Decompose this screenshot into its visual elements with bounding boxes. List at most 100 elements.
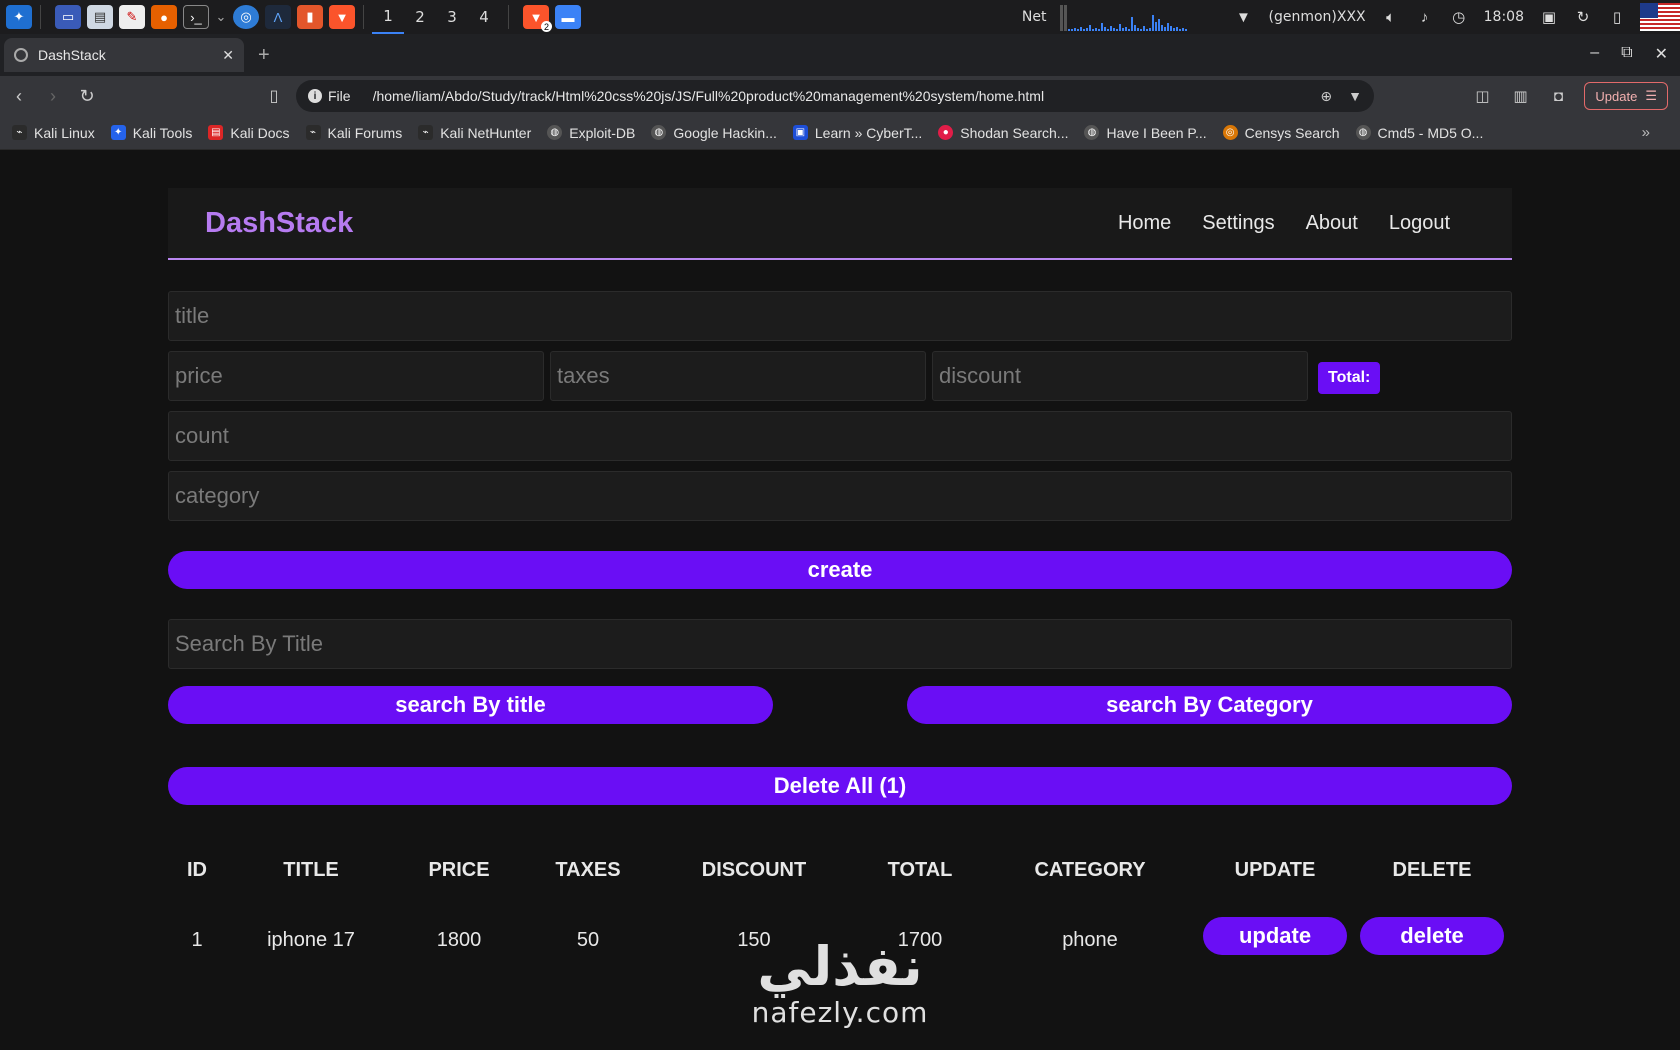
workspace-4[interactable]: 4 [468, 0, 500, 34]
bookmark-cybertalents[interactable]: ▣ Learn » CyberT... [792, 125, 922, 141]
price-input[interactable] [168, 351, 544, 401]
bookmark-kali-forums[interactable]: ⌁ Kali Forums [305, 125, 402, 141]
workspace-2[interactable]: 2 [404, 0, 436, 34]
bookmark-label: Cmd5 - MD5 O... [1377, 124, 1484, 141]
terminal-icon[interactable]: ›_ [183, 5, 209, 29]
notification-bell-icon[interactable]: ♪ [1414, 6, 1436, 28]
us-flag-icon[interactable] [1640, 3, 1680, 31]
globe-icon [14, 48, 28, 62]
bookmark-kali-linux[interactable]: ⌁ Kali Linux [12, 125, 95, 141]
bookmark-exploit-db[interactable]: ◍ Exploit-DB [547, 125, 635, 141]
private-glasses-icon[interactable]: ◘ [1546, 84, 1570, 108]
update-row-button[interactable]: update [1203, 917, 1347, 955]
os-taskbar: ✦ ▭ ▤ ✎ ● ›_ ⌄ ◎ Λ ▮ ▼ 1 2 3 4 ▼ 2 ▬ Net … [0, 0, 1680, 34]
bookmark-haveibeenpwned[interactable]: ◍ Have I Been P... [1084, 125, 1207, 141]
desktop-icon[interactable]: ▭ [55, 5, 81, 29]
reload-icon[interactable]: ↻ [72, 81, 102, 111]
burpsuite-icon[interactable]: ▮ [297, 5, 323, 29]
tab-dashstack[interactable]: DashStack ✕ [4, 38, 244, 72]
search-input[interactable] [168, 619, 1512, 669]
bookmark-kali-docs[interactable]: ▤ Kali Docs [208, 124, 290, 141]
lock-icon[interactable]: ▣ [1538, 6, 1560, 28]
bookmark-kali-nethunter[interactable]: ⌁ Kali NetHunter [418, 125, 531, 141]
chevron-down-icon[interactable]: ⌄ [215, 5, 227, 29]
kali-dragon-icon: ⌁ [12, 125, 27, 140]
brave-window-icon[interactable]: ▼ 2 [523, 5, 552, 32]
bookmark-kali-tools[interactable]: ✦ Kali Tools [110, 124, 193, 141]
bookmark-shodan[interactable]: ● Shodan Search... [938, 125, 1068, 141]
total-badge: Total: [1318, 362, 1381, 394]
cell-price: 1800 [436, 929, 482, 951]
network-graph [1060, 3, 1220, 31]
nav-about[interactable]: About [1306, 212, 1358, 235]
text-editor-icon[interactable]: ✎ [119, 5, 145, 29]
screenshot-icon[interactable]: ◫ [1470, 84, 1494, 108]
zoom-icon[interactable]: ⊕ [1320, 88, 1332, 105]
wifi-icon[interactable]: ▼ [1232, 6, 1254, 28]
clipboard-icon[interactable]: ▯ [1606, 6, 1628, 28]
url-text[interactable]: /home/liam/Abdo/Study/track/Html%20css%2… [373, 88, 1321, 104]
bookmark-label: Shodan Search... [960, 124, 1069, 141]
delete-row-button[interactable]: delete [1360, 917, 1504, 955]
back-icon[interactable]: ‹ [4, 81, 34, 111]
globe-icon: ◍ [547, 125, 563, 140]
search-by-category-button[interactable]: search By Category [907, 686, 1512, 724]
volume-icon[interactable]: 🔈︎ [1380, 6, 1402, 28]
brave-shields-icon[interactable]: ▼ [1348, 88, 1362, 105]
workspace-1[interactable]: 1 [372, 0, 404, 34]
genmon-label: (genmon)XXX [1268, 9, 1366, 25]
new-tab-icon[interactable]: + [258, 44, 270, 67]
main-nav: Home Settings About Logout [1118, 212, 1450, 235]
forward-icon[interactable]: › [38, 81, 68, 111]
page-content: DashStack Home Settings About Logout Tot… [0, 150, 1680, 1050]
window-controls: – ⧉ ✕ [1590, 44, 1668, 64]
delete-all-button[interactable]: Delete All (1) [168, 767, 1512, 805]
chromium-icon[interactable]: ◎ [233, 5, 259, 29]
close-tab-icon[interactable]: ✕ [222, 47, 234, 64]
header-delete: DELETE [1392, 859, 1472, 881]
firefox-icon[interactable]: ● [151, 5, 177, 29]
app-a-icon[interactable]: Λ [265, 5, 291, 29]
header-id: ID [187, 859, 207, 881]
kali-menu-icon[interactable]: ✦ [6, 5, 32, 29]
nav-settings[interactable]: Settings [1202, 212, 1274, 235]
taskbar-divider [40, 5, 41, 29]
taskbar-divider [363, 5, 364, 29]
taxes-input[interactable] [550, 351, 926, 401]
minimize-icon[interactable]: – [1590, 44, 1599, 64]
sidebar-toggle-icon[interactable]: ▥ [1508, 84, 1532, 108]
search-by-title-button[interactable]: search By title [168, 686, 773, 724]
more-bookmarks-icon[interactable]: » [1642, 124, 1650, 141]
folder-window-icon[interactable]: ▬ [555, 5, 581, 29]
category-input[interactable] [168, 471, 1512, 521]
header-taxes: TAXES [555, 859, 621, 881]
browser-toolbar: ‹ › ↻ ▯ i File /home/liam/Abdo/Study/tra… [0, 76, 1680, 116]
maximize-icon[interactable]: ⧉ [1621, 44, 1632, 64]
title-input[interactable] [168, 291, 1512, 341]
address-bar[interactable]: i File /home/liam/Abdo/Study/track/Html%… [296, 80, 1374, 112]
refresh-tray-icon[interactable]: ↻ [1572, 6, 1594, 28]
create-button[interactable]: create [168, 551, 1512, 589]
watermark-domain: nafezly.com [751, 996, 929, 1029]
file-manager-icon[interactable]: ▤ [87, 5, 113, 29]
bookmark-label: Kali Tools [132, 124, 193, 141]
nav-logout[interactable]: Logout [1389, 212, 1450, 235]
brave-icon[interactable]: ▼ [329, 5, 355, 29]
close-window-icon[interactable]: ✕ [1655, 44, 1668, 64]
shodan-icon: ● [938, 125, 954, 140]
count-input[interactable] [168, 411, 1512, 461]
workspace-3[interactable]: 3 [436, 0, 468, 34]
bookmark-label: Kali Docs [230, 124, 290, 141]
bookmark-page-icon[interactable]: ▯ [260, 82, 288, 110]
discount-input[interactable] [932, 351, 1308, 401]
info-icon[interactable]: i [308, 89, 322, 103]
nav-home[interactable]: Home [1118, 212, 1171, 235]
bookmark-censys[interactable]: ◎ Censys Search [1222, 125, 1340, 141]
update-button[interactable]: Update ☰ [1584, 82, 1668, 110]
brand-logo[interactable]: DashStack [205, 207, 353, 240]
app-header: DashStack Home Settings About Logout [168, 188, 1512, 260]
censys-icon: ◎ [1222, 125, 1238, 140]
bookmark-cmd5[interactable]: ◍ Cmd5 - MD5 O... [1355, 124, 1484, 141]
bookmark-google-hacking[interactable]: ◍ Google Hackin... [651, 125, 777, 141]
bookmark-label: Exploit-DB [569, 124, 636, 141]
